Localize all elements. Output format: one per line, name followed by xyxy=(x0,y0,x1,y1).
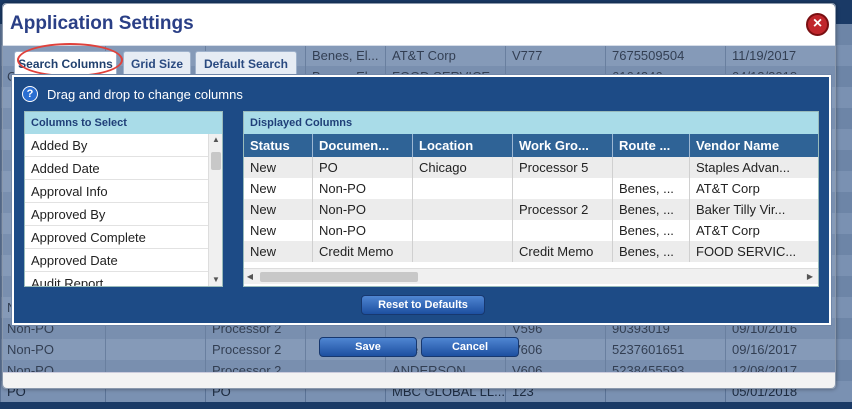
table-cell xyxy=(413,178,513,199)
tab-search-columns[interactable]: Search Columns xyxy=(14,51,117,76)
column-option[interactable]: Approved By xyxy=(25,203,208,226)
table-cell: Non-PO xyxy=(313,178,413,199)
column-header[interactable]: Route ... xyxy=(613,134,690,157)
save-button[interactable]: Save xyxy=(319,337,417,357)
table-cell: AT&T Corp xyxy=(690,220,818,241)
table-cell: FOOD SERVIC... xyxy=(690,241,818,262)
scroll-thumb[interactable] xyxy=(260,272,418,282)
available-columns: Added By Added Date Approval Info Approved … xyxy=(25,134,208,286)
column-header[interactable]: Documen... xyxy=(313,134,413,157)
columns-to-select-header: Columns to Select xyxy=(25,112,222,134)
column-header[interactable]: Vendor Name xyxy=(690,134,818,157)
table-cell: Staples Advan... xyxy=(690,157,818,178)
scroll-down-icon[interactable]: ▼ xyxy=(209,274,223,286)
tab-grid-size[interactable]: Grid Size xyxy=(123,51,191,76)
table-cell: New xyxy=(244,241,313,262)
columns-to-select-list: Columns to Select Added By Added Date Appr… xyxy=(24,111,223,287)
scroll-right-icon[interactable]: ▶ xyxy=(804,269,816,285)
table-cell: Processor 5 xyxy=(513,157,613,178)
table-cell xyxy=(413,220,513,241)
table-cell: Baker Tilly Vir... xyxy=(690,199,818,220)
table-cell: Benes, ... xyxy=(613,241,690,262)
scroll-up-icon[interactable]: ▲ xyxy=(209,134,223,146)
column-option[interactable]: Approval Info xyxy=(25,180,208,203)
column-header[interactable]: Location xyxy=(413,134,513,157)
horizontal-scrollbar[interactable]: ◀ ▶ xyxy=(244,268,818,284)
table-cell: Benes, ... xyxy=(613,220,690,241)
dialog-title: Application Settings xyxy=(10,13,194,34)
table-cell xyxy=(513,178,613,199)
cancel-button[interactable]: Cancel xyxy=(421,337,519,357)
table-row: New Non-PO Benes, ... AT&T Corp xyxy=(244,220,818,241)
table-row: New PO Chicago Processor 5 Staples Advan... xyxy=(244,157,818,178)
column-option[interactable]: Added By xyxy=(25,134,208,157)
column-option[interactable]: Approved Complete xyxy=(25,226,208,249)
scroll-left-icon[interactable]: ◀ xyxy=(244,269,256,285)
table-row: New Non-PO Benes, ... AT&T Corp xyxy=(244,178,818,199)
displayed-columns-header: Displayed Columns xyxy=(244,112,818,134)
table-cell: Benes, ... xyxy=(613,199,690,220)
table-cell xyxy=(613,157,690,178)
table-cell xyxy=(513,220,613,241)
dialog-footer xyxy=(3,372,835,388)
table-cell: Non-PO xyxy=(313,199,413,220)
application-settings-dialog: Application Settings × Search Columns Gr… xyxy=(2,3,836,389)
table-cell: New xyxy=(244,157,313,178)
search-columns-panel: ? Drag and drop to change columns Column… xyxy=(12,75,831,325)
table-row: New Credit Memo Credit Memo Benes, ... FOOD … xyxy=(244,241,818,262)
column-header[interactable]: Work Gro... xyxy=(513,134,613,157)
dialog-title-bar: Application Settings × xyxy=(3,4,835,46)
table-cell: Processor 2 xyxy=(513,199,613,220)
table-cell: PO xyxy=(313,157,413,178)
table-cell: New xyxy=(244,220,313,241)
column-header[interactable]: Status xyxy=(244,134,313,157)
table-cell: AT&T Corp xyxy=(690,178,818,199)
table-row: New Non-PO Processor 2 Benes, ... Baker Till… xyxy=(244,199,818,220)
displayed-columns-grid: Displayed Columns Status Documen... Locati… xyxy=(243,111,819,287)
help-text: Drag and drop to change columns xyxy=(47,87,243,102)
table-cell xyxy=(413,199,513,220)
table-cell: New xyxy=(244,178,313,199)
column-option[interactable]: Audit Report xyxy=(25,272,208,286)
grid-header-row: Status Documen... Location Work Gro... Route… xyxy=(244,134,818,157)
table-cell: Credit Memo xyxy=(513,241,613,262)
table-cell xyxy=(413,241,513,262)
help-icon[interactable]: ? xyxy=(22,86,38,102)
table-cell: New xyxy=(244,199,313,220)
column-option[interactable]: Added Date xyxy=(25,157,208,180)
column-option[interactable]: Approved Date xyxy=(25,249,208,272)
table-cell: Credit Memo xyxy=(313,241,413,262)
table-cell: Benes, ... xyxy=(613,178,690,199)
close-icon[interactable]: × xyxy=(806,13,829,36)
reset-to-defaults-button[interactable]: Reset to Defaults xyxy=(361,295,485,315)
tab-default-search[interactable]: Default Search xyxy=(195,51,297,76)
table-cell: Non-PO xyxy=(313,220,413,241)
vertical-scrollbar[interactable]: ▲ ▼ xyxy=(208,134,222,286)
scroll-thumb[interactable] xyxy=(211,152,221,170)
table-cell: Chicago xyxy=(413,157,513,178)
